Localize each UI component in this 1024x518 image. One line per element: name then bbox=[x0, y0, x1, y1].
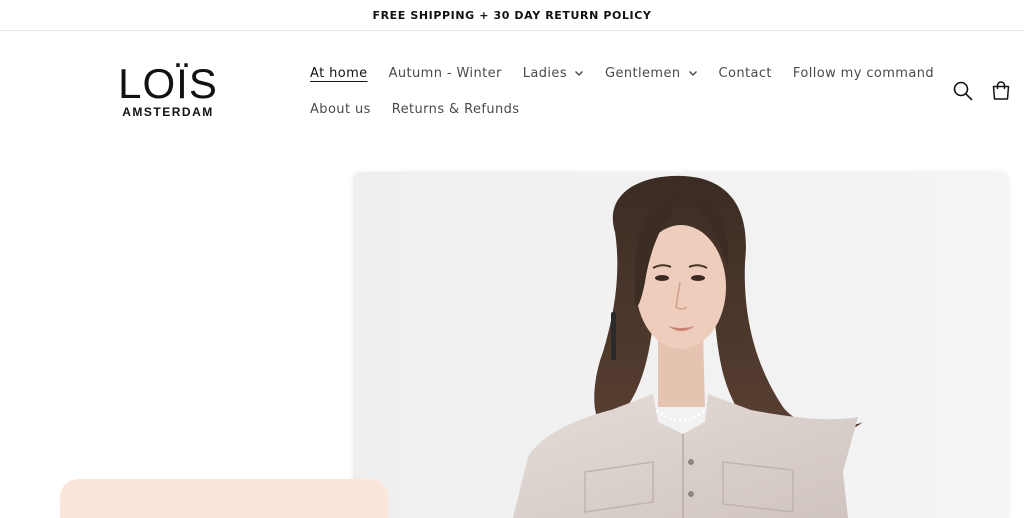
nav-item-label: Returns & Refunds bbox=[391, 101, 520, 117]
nav-item-label: Gentlemen bbox=[605, 65, 681, 81]
nav-item-label: Follow my command bbox=[792, 65, 935, 81]
hero-photo-illustration bbox=[353, 172, 1009, 518]
chevron-down-icon bbox=[575, 71, 583, 76]
hero-text-card bbox=[60, 479, 388, 518]
chevron-down-icon bbox=[688, 71, 697, 76]
announcement-bar: FREE SHIPPING + 30 DAY RETURN POLICY bbox=[0, 0, 1024, 31]
nav-item-label: Ladies bbox=[522, 65, 567, 81]
search-icon[interactable] bbox=[952, 80, 974, 102]
announcement-text: FREE SHIPPING + 30 DAY RETURN POLICY bbox=[372, 8, 652, 22]
brand-logo[interactable]: LOÏS AMSTERDAM bbox=[118, 60, 218, 120]
nav-item-gentlemen[interactable]: Gentlemen bbox=[605, 63, 698, 83]
nav-item-ladies[interactable]: Ladies bbox=[523, 63, 584, 83]
nav-item-autumn-winter[interactable]: Autumn - Winter bbox=[389, 63, 502, 83]
logo-sub-text: AMSTERDAM bbox=[122, 105, 214, 119]
hero-image bbox=[353, 172, 1009, 518]
cart-icon[interactable] bbox=[990, 80, 1012, 102]
nav-item-contact[interactable]: Contact bbox=[719, 63, 772, 83]
nav-item-label: Contact bbox=[718, 65, 772, 81]
site-header: LOÏS AMSTERDAM At home Autumn - Winter L… bbox=[0, 31, 1024, 151]
nav-item-about-us[interactable]: About us bbox=[310, 99, 371, 119]
nav-item-label: About us bbox=[310, 101, 371, 117]
main-nav-row-2: About us Returns & Refunds bbox=[310, 99, 540, 119]
nav-item-label: At home bbox=[310, 65, 368, 81]
main-nav-row-1: At home Autumn - Winter Ladies Gentlemen… bbox=[310, 63, 955, 83]
nav-item-label: Autumn - Winter bbox=[388, 65, 502, 81]
nav-item-at-home[interactable]: At home bbox=[310, 63, 368, 83]
nav-item-returns-refunds[interactable]: Returns & Refunds bbox=[392, 99, 520, 119]
logo-main-text: LOÏS bbox=[118, 60, 218, 107]
nav-item-follow-my-command[interactable]: Follow my command bbox=[793, 63, 934, 83]
